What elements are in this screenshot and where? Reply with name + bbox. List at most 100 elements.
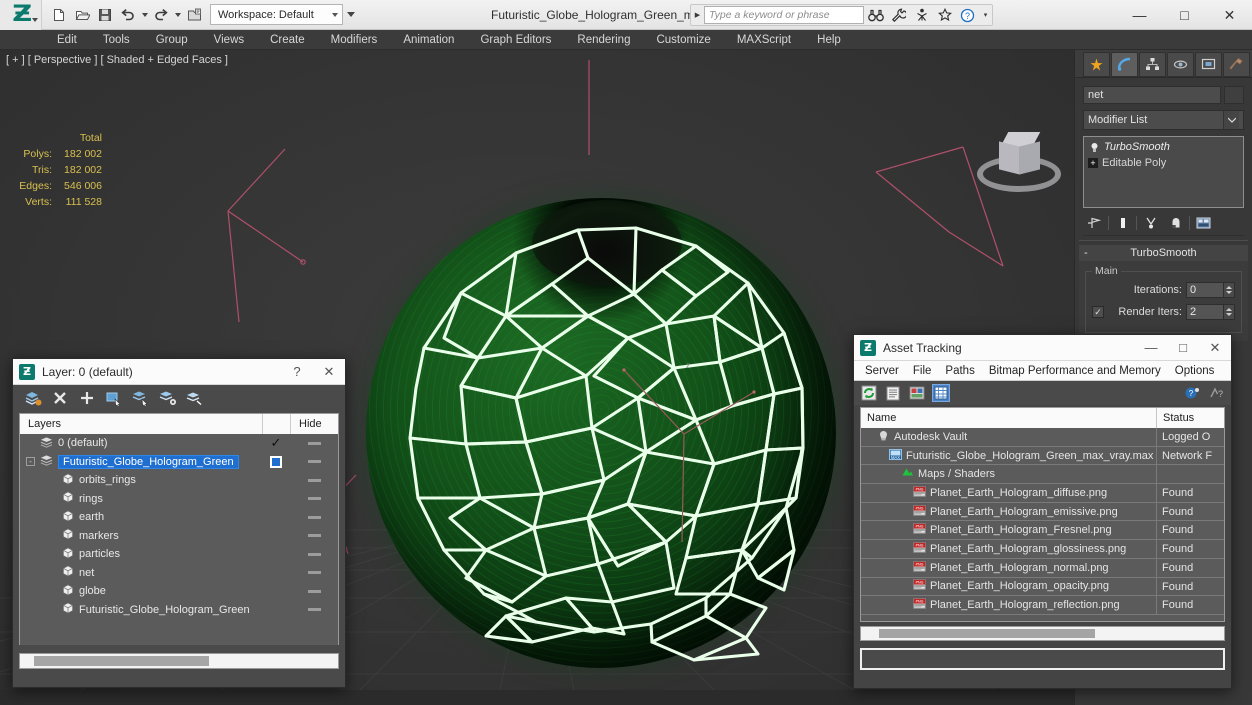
menu-views[interactable]: Views bbox=[201, 30, 257, 50]
list-view-icon[interactable] bbox=[884, 384, 902, 402]
layer-row[interactable]: orbits_rings bbox=[20, 471, 338, 490]
object-name-field[interactable]: net bbox=[1083, 86, 1221, 104]
menu-customize[interactable]: Customize bbox=[643, 30, 723, 50]
select-highlighted-objects-icon[interactable] bbox=[131, 388, 151, 408]
asset-menu-options[interactable]: Options bbox=[1168, 361, 1222, 381]
layer-hide-cell[interactable] bbox=[290, 608, 338, 612]
menu-maxscript[interactable]: MAXScript bbox=[724, 30, 804, 50]
character-icon[interactable] bbox=[910, 4, 933, 26]
delete-layer-icon[interactable] bbox=[50, 388, 70, 408]
asset-row[interactable]: PNG Planet_Earth_Hologram_diffuse.png Foun… bbox=[861, 484, 1224, 503]
view-cube-left-face[interactable] bbox=[999, 141, 1020, 175]
layer-row[interactable]: earth bbox=[20, 508, 338, 527]
whats-this-icon[interactable]: ? bbox=[1207, 384, 1225, 402]
asset-tracking-dialog[interactable]: Ƶ Asset Tracking — □ ✕ Server File Paths… bbox=[853, 334, 1232, 689]
thumbnail-view-icon[interactable] bbox=[908, 384, 926, 402]
asset-grid[interactable]: Name Status Autodesk Vault Logged O MAX Fut… bbox=[860, 407, 1225, 622]
view-cube-box[interactable] bbox=[997, 132, 1041, 176]
viewport-label[interactable]: [ + ] [ Perspective ] [ Shaded + Edged F… bbox=[6, 54, 228, 66]
layer-row[interactable]: markers bbox=[20, 527, 338, 546]
view-cube[interactable] bbox=[975, 128, 1065, 208]
render-iters-spinner[interactable]: 2 bbox=[1186, 304, 1235, 320]
asset-row[interactable]: MAX Futuristic_Globe_Hologram_Green_max_v… bbox=[861, 446, 1224, 466]
add-selection-to-layer-icon[interactable] bbox=[77, 388, 97, 408]
asset-menu-paths[interactable]: Paths bbox=[938, 361, 981, 381]
expand-collapse-icon[interactable]: - bbox=[26, 457, 35, 467]
display-tab-icon[interactable] bbox=[1195, 52, 1222, 77]
remove-modifier-icon[interactable] bbox=[1164, 213, 1187, 233]
rollout-collapse-icon[interactable]: - bbox=[1084, 247, 1088, 259]
new-layer-icon[interactable] bbox=[23, 388, 43, 408]
layer-row[interactable]: Futuristic_Globe_Hologram_Green bbox=[20, 601, 338, 620]
configure-sets-icon[interactable] bbox=[1192, 213, 1215, 233]
layer-hide-cell[interactable] bbox=[290, 460, 338, 464]
minimize-button[interactable]: — bbox=[1117, 0, 1162, 30]
search-expand-icon[interactable]: ▶ bbox=[691, 11, 704, 19]
highlight-selected-objects-icon[interactable] bbox=[158, 388, 178, 408]
workspace-dropdown-arrow[interactable] bbox=[344, 4, 358, 25]
help-icon[interactable]: ? bbox=[1183, 384, 1201, 402]
hide-unhide-layer-icon[interactable] bbox=[185, 388, 205, 408]
app-menu-button[interactable]: Ƶ bbox=[0, 0, 42, 30]
new-file-icon[interactable] bbox=[48, 4, 70, 26]
refresh-icon[interactable] bbox=[860, 384, 878, 402]
layer-dialog-titlebar[interactable]: Ƶ Layer: 0 (default) ? ✕ bbox=[13, 359, 345, 385]
menu-create[interactable]: Create bbox=[257, 30, 318, 50]
modifier-stack[interactable]: TurboSmooth + Editable Poly bbox=[1083, 136, 1244, 208]
menu-tools[interactable]: Tools bbox=[90, 30, 143, 50]
save-file-icon[interactable] bbox=[94, 4, 116, 26]
show-end-result-icon[interactable] bbox=[1111, 213, 1134, 233]
open-file-icon[interactable] bbox=[71, 4, 93, 26]
globe-object[interactable]: z bbox=[366, 198, 836, 668]
redo-dropdown-icon[interactable] bbox=[173, 4, 182, 26]
layer-help-button[interactable]: ? bbox=[281, 359, 313, 385]
layer-active-check-icon[interactable]: ✓ bbox=[271, 436, 282, 449]
asset-row[interactable]: PNG Planet_Earth_Hologram_opacity.png Foun… bbox=[861, 577, 1224, 597]
layer-row[interactable]: net bbox=[20, 564, 338, 583]
asset-row[interactable]: PNG Planet_Earth_Hologram_reflection.png F… bbox=[861, 596, 1224, 615]
layer-close-button[interactable]: ✕ bbox=[313, 359, 345, 385]
layer-hide-cell[interactable] bbox=[290, 478, 338, 482]
render-iters-spinner-arrows[interactable] bbox=[1224, 304, 1235, 320]
asset-menu-server[interactable]: Server bbox=[858, 361, 906, 381]
search-input[interactable]: Type a keyword or phrase bbox=[704, 6, 864, 24]
layer-hide-cell[interactable] bbox=[290, 441, 338, 445]
binoculars-icon[interactable] bbox=[864, 4, 887, 26]
view-cube-right-face[interactable] bbox=[1019, 141, 1040, 175]
asset-minimize-button[interactable]: — bbox=[1135, 335, 1167, 361]
modifier-stack-item-editable-poly[interactable]: + Editable Poly bbox=[1086, 155, 1241, 171]
motion-tab-icon[interactable] bbox=[1167, 52, 1194, 77]
help-dropdown-icon[interactable]: ▾ bbox=[979, 11, 992, 19]
workspace-selector[interactable]: Workspace: Default bbox=[210, 4, 343, 25]
redo-icon[interactable] bbox=[150, 4, 172, 26]
layer-dialog[interactable]: Ƶ Layer: 0 (default) ? ✕ Layers Hide 0 (… bbox=[12, 358, 346, 688]
layer-hide-cell[interactable] bbox=[290, 571, 338, 575]
pin-stack-icon[interactable] bbox=[1083, 213, 1106, 233]
asset-close-button[interactable]: ✕ bbox=[1199, 335, 1231, 361]
menu-graph-editors[interactable]: Graph Editors bbox=[467, 30, 564, 50]
menu-rendering[interactable]: Rendering bbox=[564, 30, 643, 50]
star-icon[interactable] bbox=[933, 4, 956, 26]
lightbulb-icon[interactable] bbox=[1088, 141, 1100, 153]
asset-row[interactable]: Maps / Shaders bbox=[861, 465, 1224, 485]
layer-horizontal-scrollbar[interactable] bbox=[19, 653, 339, 669]
render-iters-checkbox[interactable]: ✓ bbox=[1092, 306, 1104, 318]
iterations-spinner-arrows[interactable] bbox=[1224, 282, 1235, 298]
rollout-header[interactable]: - TurboSmooth bbox=[1079, 245, 1248, 261]
layer-rows[interactable]: 0 (default) ✓ - Futuristic_Globe_Hologram_G… bbox=[20, 434, 338, 645]
close-button[interactable]: ✕ bbox=[1207, 0, 1252, 30]
layer-row[interactable]: 0 (default) ✓ bbox=[20, 434, 338, 453]
set-project-folder-icon[interactable] bbox=[183, 4, 205, 26]
modifier-list-dropdown[interactable]: Modifier List bbox=[1083, 110, 1244, 130]
modifier-stack-item-turbosmooth[interactable]: TurboSmooth bbox=[1086, 139, 1241, 155]
asset-row[interactable]: PNG Planet_Earth_Hologram_glossiness.png F… bbox=[861, 540, 1224, 559]
menu-help[interactable]: Help bbox=[804, 30, 854, 50]
render-iters-value[interactable]: 2 bbox=[1186, 304, 1224, 320]
asset-dialog-titlebar[interactable]: Ƶ Asset Tracking — □ ✕ bbox=[854, 335, 1231, 361]
layer-hide-cell[interactable] bbox=[290, 534, 338, 538]
layer-onoff-box-icon[interactable] bbox=[270, 455, 282, 468]
menu-animation[interactable]: Animation bbox=[390, 30, 467, 50]
select-objects-in-layer-icon[interactable] bbox=[104, 388, 124, 408]
transform-gizmo[interactable]: z bbox=[598, 318, 778, 548]
layer-list[interactable]: Layers Hide 0 (default) ✓ - Futuristic_Glob… bbox=[19, 413, 339, 645]
